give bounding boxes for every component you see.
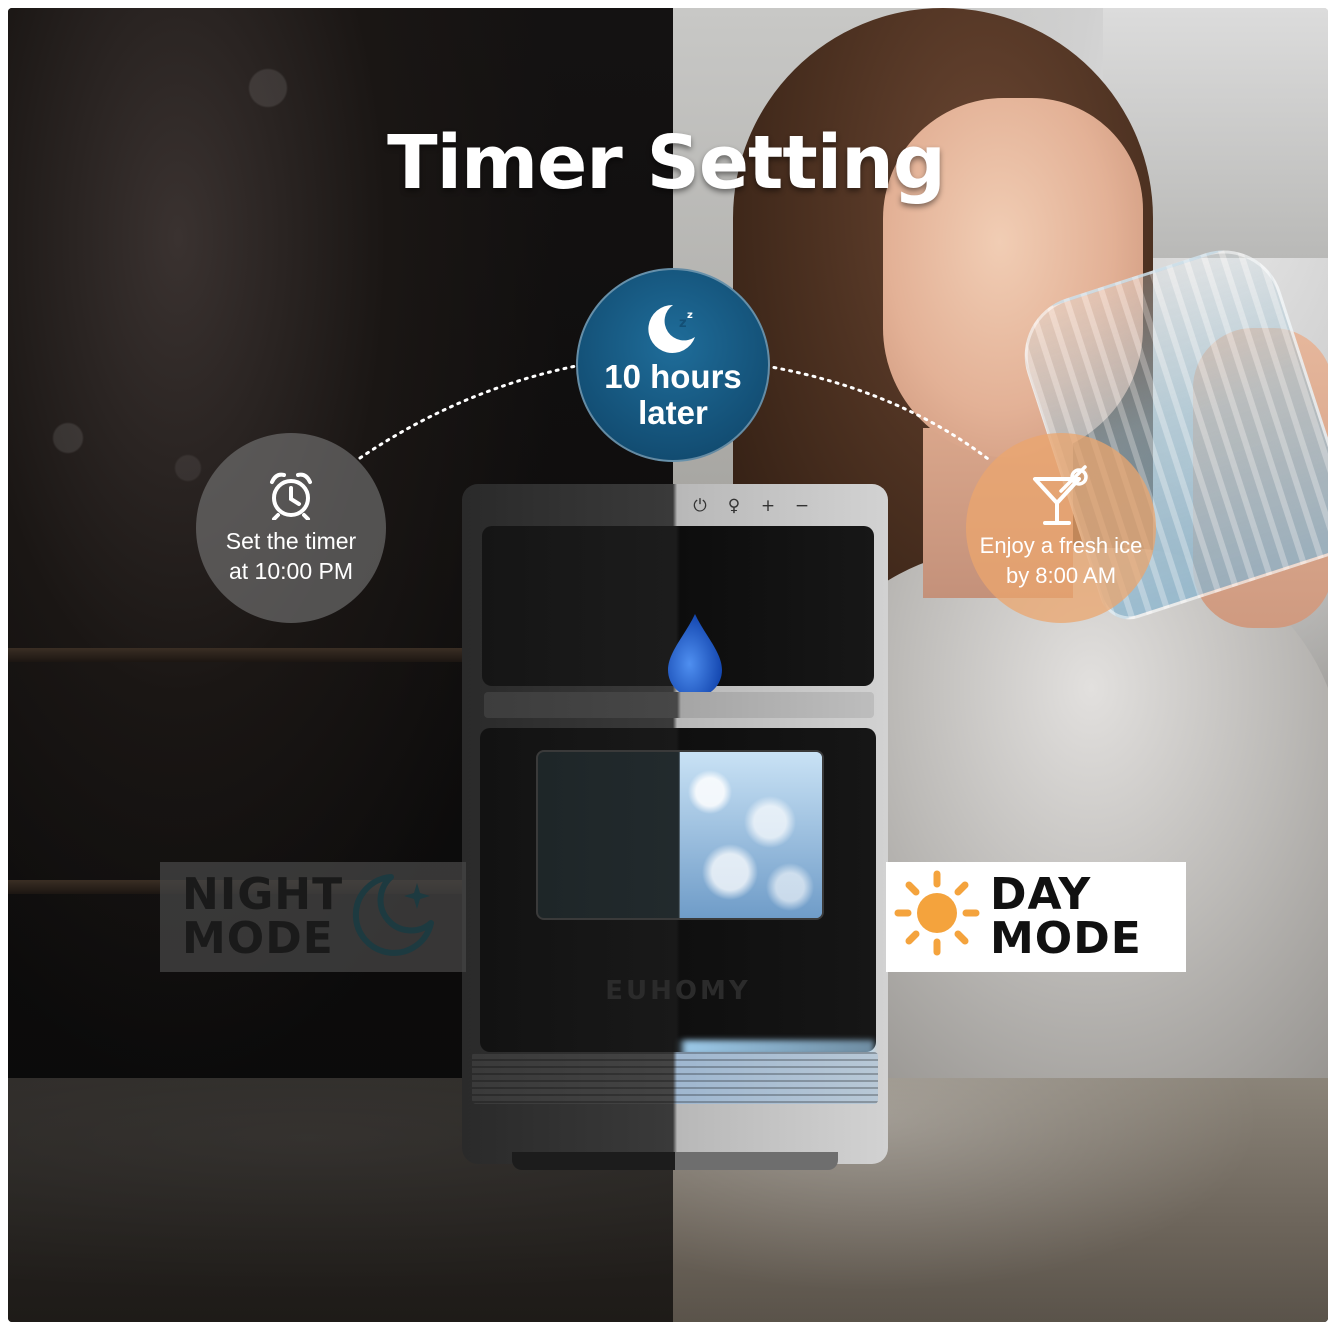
ice-maker: ⏻ ♀ + − EUHOMY bbox=[462, 484, 888, 1174]
night-mode-badge: NIGHT MODE bbox=[160, 862, 466, 972]
day-mode-line2: MODE bbox=[990, 913, 1142, 964]
power-icon: ⏻ bbox=[693, 496, 707, 516]
ice-cubes bbox=[680, 752, 822, 918]
moon-sleep-icon: z z bbox=[643, 299, 703, 355]
hours-line1: 10 hours bbox=[604, 358, 742, 395]
alarm-clock-icon bbox=[268, 470, 314, 520]
cocktail-glass-icon bbox=[1029, 465, 1093, 527]
machine-foot bbox=[512, 1152, 838, 1170]
drip-tray bbox=[472, 1052, 878, 1104]
enjoy-line2: by 8:00 AM bbox=[1005, 563, 1117, 588]
night-mode-line2: MODE bbox=[182, 913, 334, 964]
ice-window bbox=[536, 750, 824, 920]
minus-icon: − bbox=[794, 496, 810, 516]
timer-start-line1: Set the timer bbox=[225, 528, 357, 554]
night-mode-line1: NIGHT bbox=[182, 869, 344, 920]
hours-later-bubble: z z 10 hours later bbox=[576, 268, 770, 462]
timer-start-line2: at 10:00 PM bbox=[228, 558, 354, 584]
enjoy-line1: Enjoy a fresh ice bbox=[979, 533, 1143, 558]
sun-icon bbox=[894, 870, 980, 964]
enjoy-ice-bubble: Enjoy a fresh ice by 8:00 AM bbox=[966, 433, 1156, 623]
light-icon: ♀ bbox=[727, 496, 741, 516]
hours-line2: later bbox=[638, 394, 708, 431]
svg-text:z: z bbox=[687, 310, 693, 321]
water-tank-panel bbox=[482, 526, 874, 697]
day-mode-badge: DAY MODE bbox=[886, 862, 1186, 972]
moon-stars-icon bbox=[347, 867, 439, 967]
set-timer-bubble: Set the timer at 10:00 PM bbox=[196, 433, 386, 623]
plus-icon: + bbox=[760, 496, 776, 516]
top-trim bbox=[484, 692, 874, 718]
day-mode-line1: DAY bbox=[990, 869, 1092, 920]
control-panel: ⏻ ♀ + − bbox=[692, 496, 810, 520]
water-drop-icon bbox=[668, 614, 722, 697]
brand-logo: EUHOMY bbox=[605, 976, 751, 1006]
svg-text:z: z bbox=[679, 316, 687, 331]
ice-basket-door: EUHOMY bbox=[480, 728, 876, 1052]
